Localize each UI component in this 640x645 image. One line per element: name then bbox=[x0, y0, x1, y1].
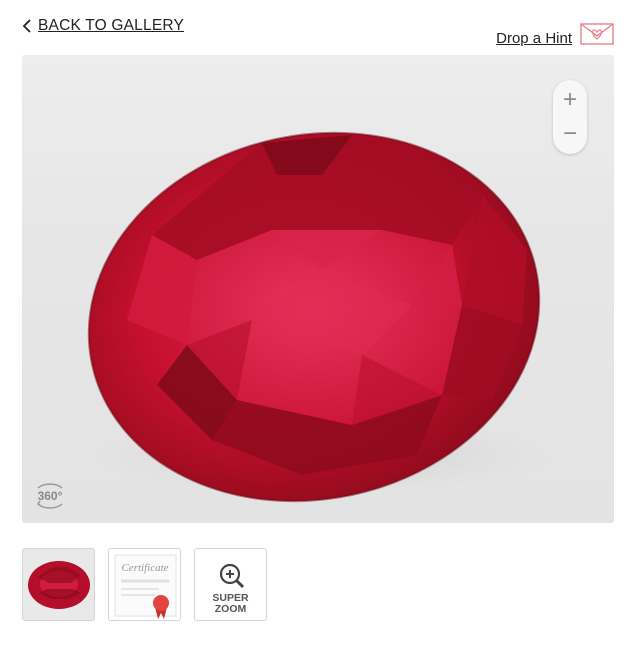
zoom-out-icon[interactable]: − bbox=[553, 117, 587, 151]
ruby-gemstone-image bbox=[87, 131, 552, 503]
super-zoom-line2: ZOOM bbox=[214, 603, 247, 615]
zoom-in-icon[interactable]: + bbox=[553, 83, 587, 117]
super-zoom-caption: SUPER ZOOM bbox=[195, 593, 266, 615]
thumbnail-certificate[interactable]: Certificate bbox=[108, 548, 181, 621]
magnifier-plus-icon bbox=[219, 563, 245, 589]
drop-a-hint-label: Drop a Hint bbox=[496, 30, 572, 47]
back-to-gallery-label: BACK TO GALLERY bbox=[38, 17, 185, 34]
spin-label: 360° bbox=[38, 489, 63, 503]
thumbnail-strip: Certificate SUPER ZOOM bbox=[22, 548, 267, 621]
drop-a-hint-link[interactable]: Drop a Hint bbox=[496, 20, 614, 47]
back-to-gallery-link[interactable]: BACK TO GALLERY bbox=[22, 17, 184, 35]
rotate-360-icon: 360° bbox=[36, 483, 63, 509]
ruby-thumbnail-image bbox=[28, 561, 90, 609]
chevron-left-icon bbox=[22, 19, 31, 33]
rotate-360-button[interactable]: 360° bbox=[32, 478, 68, 514]
envelope-heart-icon bbox=[580, 22, 614, 45]
product-image-viewer[interactable]: + − 360° bbox=[22, 55, 614, 523]
thumbnail-gem-photo[interactable] bbox=[22, 548, 95, 621]
zoom-control: + − bbox=[553, 80, 587, 154]
certificate-label: Certificate bbox=[121, 562, 168, 574]
certificate-thumbnail: Certificate bbox=[114, 554, 177, 619]
super-zoom-button[interactable]: SUPER ZOOM bbox=[194, 548, 267, 621]
